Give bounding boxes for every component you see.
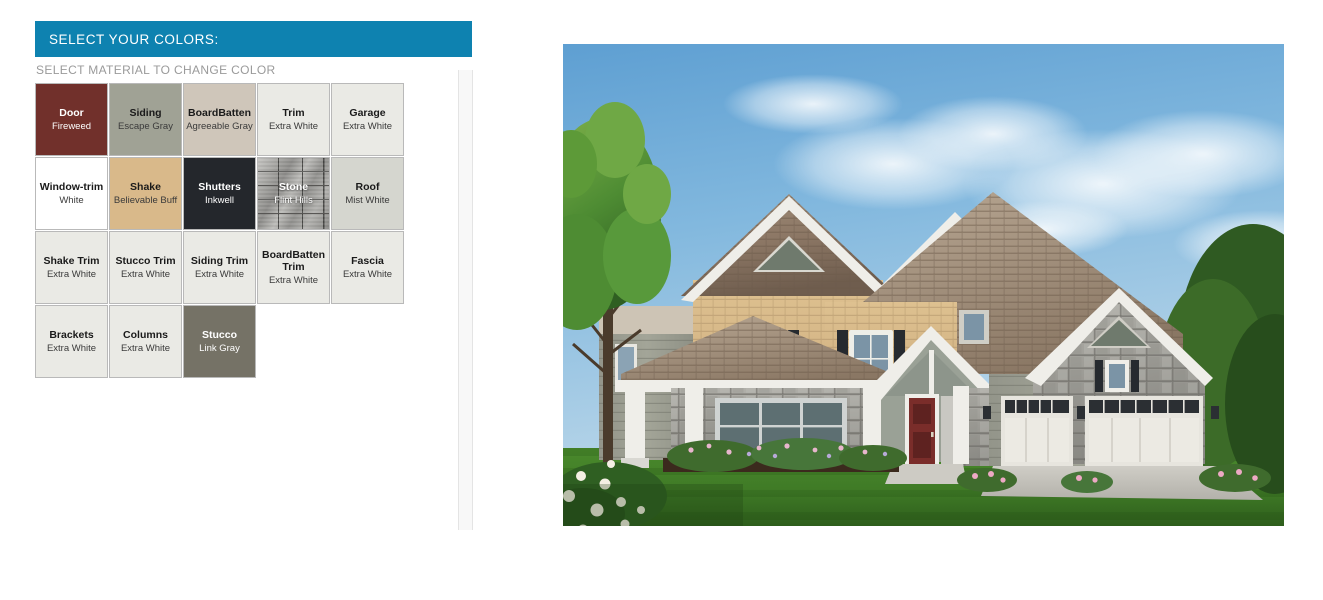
swatch-color-label: Extra White bbox=[268, 120, 319, 132]
swatch-row: Door Fireweed Siding Escape Gray BoardBa… bbox=[35, 83, 472, 156]
panel-scrollbar[interactable] bbox=[458, 70, 473, 530]
panel-instruction: SELECT MATERIAL TO CHANGE COLOR bbox=[36, 63, 276, 77]
swatch-stucco-trim[interactable]: Stucco Trim Extra White bbox=[109, 231, 182, 304]
swatch-roof[interactable]: Roof Mist White bbox=[331, 157, 404, 230]
swatch-row: Shake Trim Extra White Stucco Trim Extra… bbox=[35, 231, 472, 304]
swatch-material-label: Stone bbox=[278, 181, 309, 194]
swatch-material-label: Roof bbox=[355, 181, 380, 194]
garage-doors bbox=[1001, 396, 1203, 466]
swatch-columns[interactable]: Columns Extra White bbox=[109, 305, 182, 378]
swatch-color-label: Link Gray bbox=[199, 342, 240, 354]
swatch-shake[interactable]: Shake Believable Buff bbox=[109, 157, 182, 230]
swatch-color-label: Agreeable Gray bbox=[186, 120, 253, 132]
swatch-material-label: Door bbox=[59, 107, 84, 120]
swatch-boardbatten-trim[interactable]: BoardBatten Trim Extra White bbox=[257, 231, 330, 304]
swatch-color-label: Extra White bbox=[342, 120, 393, 132]
panel-title: SELECT YOUR COLORS: bbox=[49, 31, 219, 47]
swatch-stone[interactable]: Stone Flint Hills bbox=[257, 157, 330, 230]
swatch-material-label: BoardBatten Trim bbox=[261, 249, 325, 274]
swatch-color-label: Believable Buff bbox=[113, 194, 178, 206]
swatch-boardbatten[interactable]: BoardBatten Agreeable Gray bbox=[183, 83, 256, 156]
front-door bbox=[905, 394, 953, 464]
swatch-material-label: Siding bbox=[129, 107, 162, 120]
swatch-color-label: Extra White bbox=[268, 274, 319, 286]
swatch-material-label: Trim bbox=[282, 107, 305, 120]
swatch-color-label: Extra White bbox=[46, 268, 97, 280]
house-rendering-svg bbox=[563, 44, 1284, 526]
panel-header: SELECT YOUR COLORS: bbox=[35, 21, 472, 57]
swatch-color-label: Extra White bbox=[120, 268, 171, 280]
swatch-material-label: Stucco Trim bbox=[115, 255, 176, 268]
color-configurator-panel: SELECT YOUR COLORS: SELECT MATERIAL TO C… bbox=[35, 21, 472, 531]
swatch-color-label: Extra White bbox=[46, 342, 97, 354]
swatch-trim[interactable]: Trim Extra White bbox=[257, 83, 330, 156]
swatch-window-trim[interactable]: Window-trim White bbox=[35, 157, 108, 230]
swatch-color-label: Extra White bbox=[194, 268, 245, 280]
material-swatch-grid: Door Fireweed Siding Escape Gray BoardBa… bbox=[35, 83, 472, 378]
swatch-color-label: Flint Hills bbox=[274, 194, 313, 206]
swatch-color-label: Extra White bbox=[342, 268, 393, 280]
swatch-siding[interactable]: Siding Escape Gray bbox=[109, 83, 182, 156]
swatch-material-label: Shutters bbox=[198, 181, 241, 194]
swatch-brackets[interactable]: Brackets Extra White bbox=[35, 305, 108, 378]
swatch-shake-trim[interactable]: Shake Trim Extra White bbox=[35, 231, 108, 304]
swatch-material-label: Columns bbox=[123, 329, 168, 342]
swatch-row: Brackets Extra White Columns Extra White… bbox=[35, 305, 472, 378]
swatch-color-label: Inkwell bbox=[204, 194, 235, 206]
swatch-material-label: Brackets bbox=[49, 329, 94, 342]
swatch-color-label: White bbox=[59, 194, 84, 206]
app-root: SELECT YOUR COLORS: SELECT MATERIAL TO C… bbox=[0, 0, 1323, 600]
swatch-material-label: BoardBatten bbox=[187, 107, 251, 120]
swatch-material-label: Shake bbox=[130, 181, 161, 194]
house-rendering bbox=[563, 44, 1284, 526]
swatch-color-label: Escape Gray bbox=[118, 120, 173, 132]
swatch-material-label: Fascia bbox=[351, 255, 384, 268]
swatch-door[interactable]: Door Fireweed bbox=[35, 83, 108, 156]
swatch-color-label: Fireweed bbox=[51, 120, 92, 132]
swatch-color-label: Extra White bbox=[120, 342, 171, 354]
tree-shadow bbox=[563, 484, 743, 526]
swatch-row: Window-trim White Shake Believable Buff … bbox=[35, 157, 472, 230]
swatch-material-label: Garage bbox=[349, 107, 386, 120]
swatch-stucco[interactable]: Stucco Link Gray bbox=[183, 305, 256, 378]
swatch-color-label: Mist White bbox=[345, 194, 390, 206]
swatch-material-label: Shake Trim bbox=[43, 255, 100, 268]
swatch-garage[interactable]: Garage Extra White bbox=[331, 83, 404, 156]
swatch-material-label: Window-trim bbox=[39, 181, 104, 194]
swatch-fascia[interactable]: Fascia Extra White bbox=[331, 231, 404, 304]
swatch-shutters[interactable]: Shutters Inkwell bbox=[183, 157, 256, 230]
swatch-siding-trim[interactable]: Siding Trim Extra White bbox=[183, 231, 256, 304]
swatch-material-label: Stucco bbox=[201, 329, 237, 342]
swatch-material-label: Siding Trim bbox=[190, 255, 249, 268]
